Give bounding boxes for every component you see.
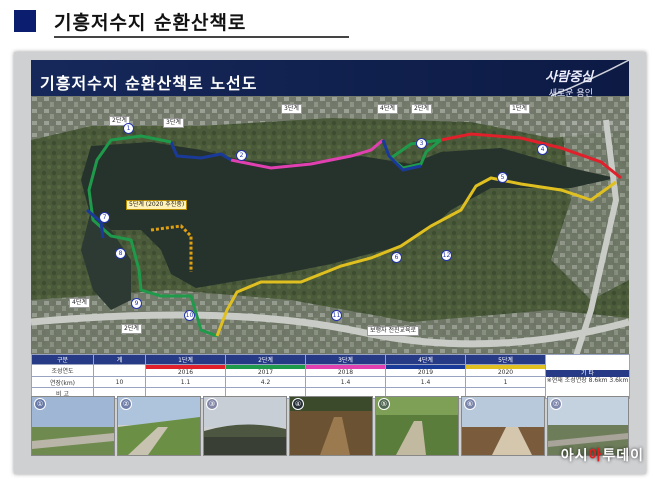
brand-sub-text: 새로운 용인 — [548, 89, 593, 99]
table-cell: 1 — [465, 376, 546, 388]
route-map: 기흥저수지 순환산책로 노선도 사람중심 새로운 용인 2단계 3단계 4단계 … — [31, 60, 629, 356]
planned-segment-label: 5단계 (2020 추진중) — [126, 200, 188, 210]
photo-number: ⑤ — [378, 398, 390, 410]
route-photo: ⑥ — [461, 396, 545, 456]
table-header-row: 구분 계 1단계 2단계 3단계 4단계 5단계 기 타 ※현재 조성연장 8.… — [31, 354, 630, 399]
segment-label: 4단계 — [69, 298, 90, 308]
segment-label: 2단계 — [121, 324, 142, 334]
route-photo: ④ — [289, 396, 373, 456]
stage-4-cell: 2019 — [385, 364, 466, 377]
route-marker: 9 — [131, 298, 142, 309]
table-header-remark: 기 타 — [546, 369, 629, 377]
table-cell: 조성연도 — [31, 364, 94, 377]
watermark-text-suffix: 투데이 — [602, 448, 644, 464]
photo-number: ④ — [292, 398, 304, 410]
route-marker: 7 — [99, 212, 110, 223]
photo-number: ⑦ — [550, 398, 562, 410]
table-header-cell: 계 — [93, 354, 146, 365]
photo-number: ① — [34, 398, 46, 410]
satellite-map-svg — [31, 60, 629, 356]
map-title: 기흥저수지 순환산책로 노선도 — [40, 74, 258, 93]
route-marker: 10 — [184, 310, 195, 321]
watermark-text-prefix: 아시 — [560, 448, 589, 464]
route-marker: 3 — [416, 138, 427, 149]
photo-number: ③ — [206, 398, 218, 410]
route-photo: ⑤ — [375, 396, 459, 456]
table-header-cell: 4단계 — [385, 354, 466, 365]
route-marker: 5 — [497, 172, 508, 183]
slide-panel: 기흥저수지 순환산책로 노선도 사람중심 새로운 용인 2단계 3단계 4단계 … — [14, 52, 646, 474]
route-marker: 11 — [331, 310, 342, 321]
stage-5-cell: 2020 — [465, 364, 546, 377]
stage-3-cell: 2018 — [305, 364, 386, 377]
remark-text: ※현재 조성연장 8.6km 3.6km — [546, 376, 629, 384]
table-cell: 4.2 — [225, 376, 306, 388]
table-header-cell: 2단계 — [225, 354, 306, 365]
segment-label: 3단계 — [281, 104, 302, 114]
route-marker: 8 — [115, 248, 126, 259]
table-cell: 1.4 — [385, 376, 466, 388]
route-photo: ① — [31, 396, 115, 456]
route-marker: 6 — [391, 252, 402, 263]
route-info-table: 구분 계 1단계 2단계 3단계 4단계 5단계 기 타 ※현재 조성연장 8.… — [31, 354, 630, 399]
table-cell: 연장(km) — [31, 376, 94, 388]
route-marker: 4 — [537, 144, 548, 155]
stage-color-row: 조성연도 2016 2017 2018 2019 2020 — [31, 364, 630, 377]
table-cell: 10 — [93, 376, 146, 388]
stage-2-cell: 2017 — [225, 364, 306, 377]
stage-1-cell: 2016 — [145, 364, 226, 377]
table-cell — [93, 364, 146, 377]
segment-label: 3단계 — [163, 118, 184, 128]
table-cell: 1.1 — [145, 376, 226, 388]
table-header-cell: 1단계 — [145, 354, 226, 365]
city-brand-slogan: 사람중심 새로운 용인 — [545, 66, 593, 99]
segment-label: 1단계 — [509, 104, 530, 114]
page-title: 기흥저수지 순환산책로 — [54, 12, 247, 34]
table-header-cell: 3단계 — [305, 354, 386, 365]
route-marker: 2 — [236, 150, 247, 161]
watermark-text-highlight: 아 — [588, 448, 603, 464]
segment-label: 2단계 — [411, 104, 432, 114]
table-remark-cell: 기 타 ※현재 조성연장 8.6km 3.6km — [545, 354, 630, 399]
length-row: 연장(km) 10 1.1 4.2 1.4 1.4 1 — [31, 376, 630, 388]
page-heading: 기흥저수지 순환산책로 — [14, 6, 349, 38]
table-header-cell: 구분 — [31, 354, 94, 365]
route-marker: 12 — [441, 250, 452, 261]
heading-square-bullet — [14, 10, 36, 32]
asia-today-watermark: 아시아투데이 — [561, 445, 644, 465]
photo-number: ⑥ — [464, 398, 476, 410]
route-photo: ② — [117, 396, 201, 456]
title-underline — [54, 36, 349, 38]
table-header-cell: 5단계 — [465, 354, 546, 365]
brand-logo-text: 사람중심 — [545, 70, 593, 85]
segment-label: 4단계 — [377, 104, 398, 114]
route-photo: ③ — [203, 396, 287, 456]
table-cell: 1.4 — [305, 376, 386, 388]
bridge-label: 보행자 전진교육로 — [367, 326, 420, 336]
photo-strip: ① ② ③ ④ ⑤ ⑥ ⑦ — [31, 396, 629, 456]
photo-number: ② — [120, 398, 132, 410]
route-marker: 1 — [123, 123, 134, 134]
